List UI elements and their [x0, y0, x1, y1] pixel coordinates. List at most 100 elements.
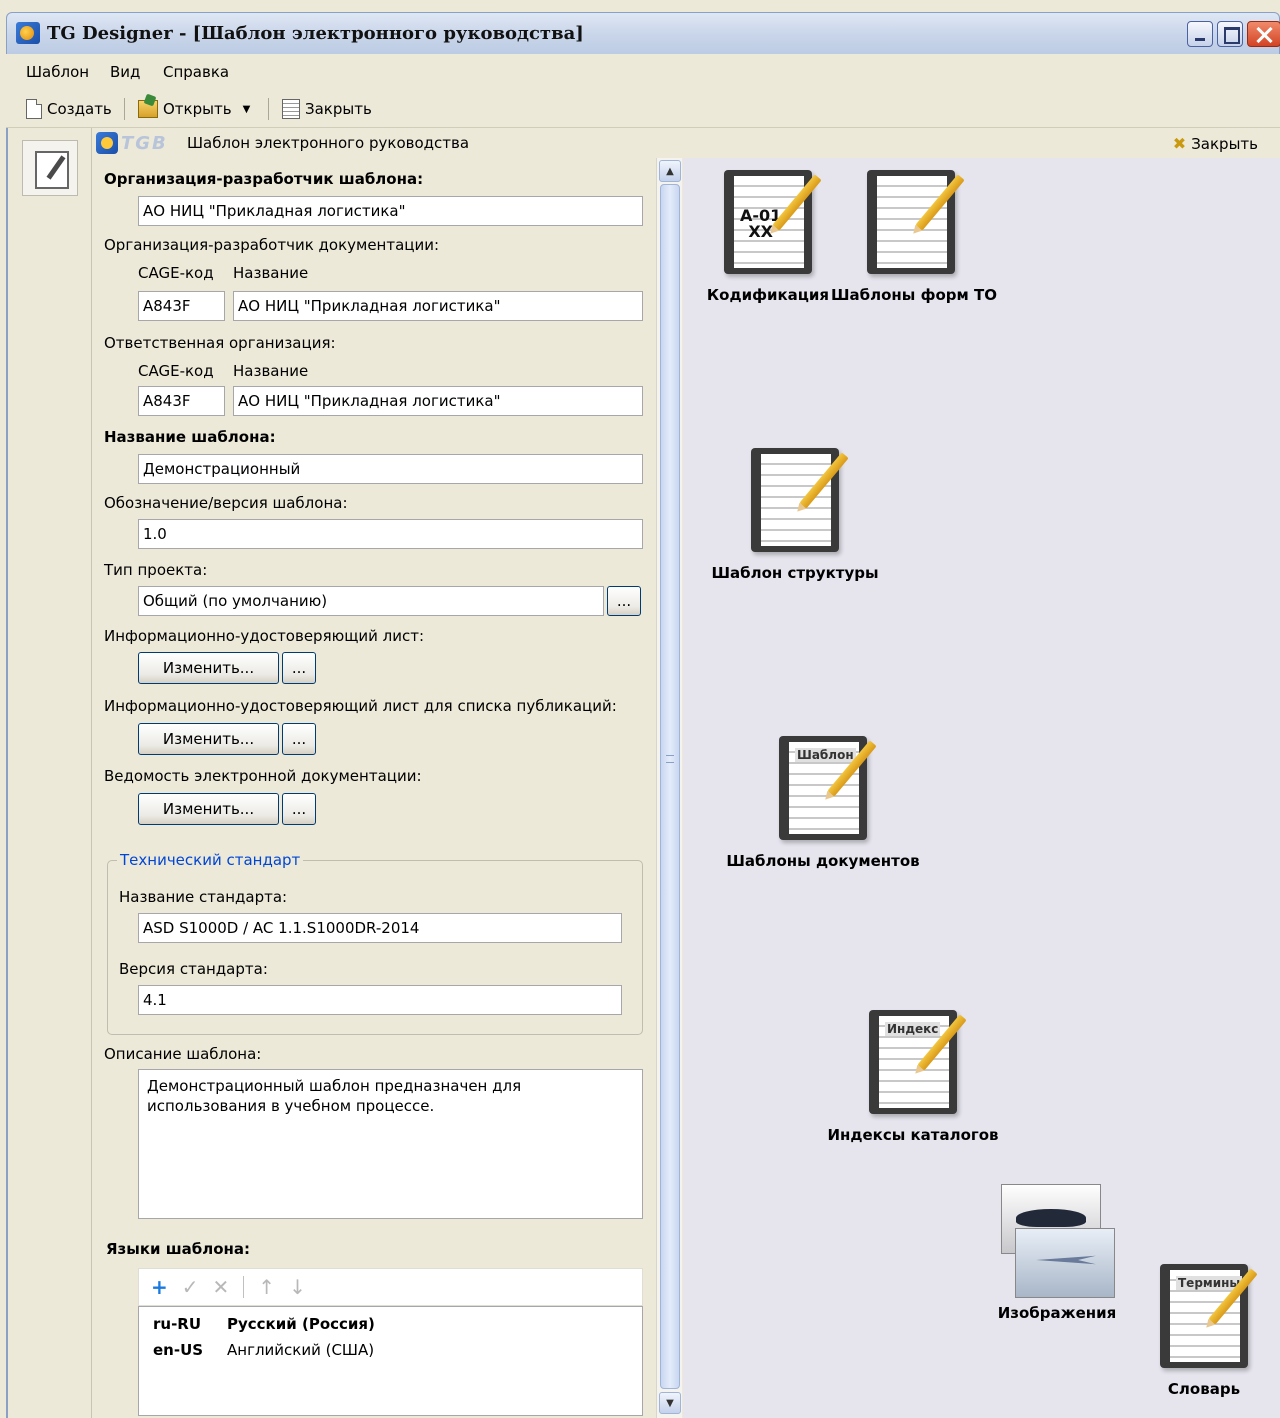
- document-close-button[interactable]: ✖ Закрыть: [1173, 134, 1258, 153]
- language-code: ru-RU: [153, 1315, 202, 1333]
- codification-icon: A-01 XX: [724, 170, 822, 274]
- structure-template-label: Шаблон структуры: [711, 564, 879, 582]
- page-graphic: [761, 454, 831, 546]
- resp-org-name-label: Название: [233, 362, 309, 380]
- new-document-icon: [26, 99, 42, 119]
- info-sheet-change-button[interactable]: Изменить...: [138, 652, 279, 684]
- org-doc-name-input[interactable]: АО НИЦ "Прикладная логистика": [233, 291, 643, 321]
- document-templates-tag: Шаблон: [795, 748, 856, 762]
- list-item[interactable]: ru-RU Русский (Россия): [153, 1315, 375, 1333]
- catalog-indexes-label: Индексы каталогов: [827, 1126, 999, 1144]
- languages-toolbar: + ✓ ✕ ↑ ↓: [138, 1268, 643, 1306]
- info-sheet-pub-change-button[interactable]: Изменить...: [138, 723, 279, 755]
- resp-org-name-input[interactable]: АО НИЦ "Прикладная логистика": [233, 386, 643, 416]
- org-template-input[interactable]: АО НИЦ "Прикладная логистика": [138, 196, 643, 226]
- standard-version-label: Версия стандарта:: [119, 960, 268, 978]
- minimize-button[interactable]: [1187, 21, 1213, 47]
- scroll-up-icon[interactable]: ▲: [659, 160, 681, 182]
- chevron-down-icon[interactable]: ▼: [243, 104, 251, 115]
- tgb-logo-icon: [96, 132, 118, 154]
- resp-org-label: Ответственная организация:: [104, 334, 336, 352]
- new-button[interactable]: Создать: [26, 97, 112, 121]
- edoc-list-label: Ведомость электронной документации:: [104, 767, 422, 785]
- org-doc-cage-input[interactable]: A843F: [138, 291, 225, 321]
- toolbar-separator: [268, 98, 269, 120]
- title-bar: TG Designer - [Шаблон электронного руков…: [6, 12, 1280, 54]
- structure-template-tile[interactable]: Шаблон структуры: [705, 448, 885, 582]
- move-up-icon[interactable]: ↑: [258, 1275, 275, 1299]
- dictionary-tag: Термины: [1176, 1276, 1243, 1290]
- scroll-down-icon[interactable]: ▼: [659, 1392, 681, 1414]
- apply-icon[interactable]: ✓: [182, 1275, 199, 1299]
- edit-template-icon[interactable]: [22, 140, 78, 196]
- form-templates-tile[interactable]: Шаблоны форм ТО: [831, 170, 997, 304]
- menu-bar: Шаблон Вид Справка: [6, 54, 1280, 90]
- delete-icon[interactable]: ✕: [213, 1275, 230, 1299]
- resp-org-cage-label: CAGE-код: [138, 362, 214, 380]
- description-textarea[interactable]: Демонстрационный шаблон предназначен для…: [138, 1069, 643, 1219]
- catalog-indexes-tile[interactable]: Индекс Индексы каталогов: [818, 1010, 1008, 1144]
- images-label: Изображения: [997, 1304, 1117, 1322]
- move-down-icon[interactable]: ↓: [289, 1275, 306, 1299]
- document-header: TGB Шаблон электронного руководства ✖ За…: [92, 128, 1280, 158]
- list-item[interactable]: en-US Английский (США): [153, 1341, 374, 1359]
- images-tile[interactable]: Изображения: [995, 1184, 1119, 1322]
- open-button[interactable]: Открыть ▼: [138, 97, 250, 121]
- codification-tile[interactable]: A-01 XX Кодификация: [703, 170, 833, 304]
- resp-org-cage-input[interactable]: A843F: [138, 386, 225, 416]
- menu-view[interactable]: Вид: [110, 63, 140, 81]
- project-type-input[interactable]: Общий (по умолчанию): [138, 586, 604, 616]
- standard-name-input[interactable]: ASD S1000D / AC 1.1.S1000DR-2014: [138, 913, 622, 943]
- dictionary-label: Словарь: [1167, 1380, 1241, 1398]
- template-name-label: Название шаблона:: [104, 428, 276, 446]
- project-type-label: Тип проекта:: [104, 561, 208, 579]
- info-sheet-label: Информационно-удостоверяющий лист:: [104, 627, 424, 645]
- scroll-thumb[interactable]: [660, 184, 680, 1389]
- close-icon: ✖: [1172, 134, 1187, 153]
- menu-help[interactable]: Справка: [163, 63, 229, 81]
- version-input[interactable]: 1.0: [138, 519, 643, 549]
- open-folder-icon: [138, 100, 158, 118]
- open-button-label: Открыть: [163, 100, 232, 118]
- template-components-area: A-01 XX Кодификация Шаблоны форм ТО Шабло…: [683, 158, 1280, 1418]
- version-label: Обозначение/версия шаблона:: [104, 494, 348, 512]
- codification-label: Кодификация: [706, 286, 830, 304]
- tgb-logo-text: TGB: [121, 132, 168, 154]
- page-graphic: [877, 176, 947, 268]
- form-templates-icon: [867, 170, 965, 274]
- structure-template-icon: [751, 448, 849, 552]
- aircraft-image-graphic: [1015, 1228, 1115, 1298]
- menu-template[interactable]: Шаблон: [26, 63, 89, 81]
- close-button-label: Закрыть: [305, 100, 372, 118]
- standard-version-input[interactable]: 4.1: [138, 985, 622, 1015]
- dictionary-tile[interactable]: Термины Словарь: [1149, 1264, 1259, 1398]
- tech-standard-title: Технический стандарт: [117, 851, 304, 869]
- add-language-icon[interactable]: +: [151, 1275, 168, 1299]
- standard-name-label: Название стандарта:: [119, 888, 288, 906]
- info-sheet-pub-label: Информационно-удостоверяющий лист для сп…: [104, 697, 617, 715]
- maximize-button[interactable]: [1217, 21, 1243, 47]
- template-name-input[interactable]: Демонстрационный: [138, 454, 643, 484]
- images-icon: [1001, 1184, 1119, 1300]
- language-name: Английский (США): [227, 1341, 375, 1359]
- org-doc-label: Организация-разработчик документации:: [104, 236, 440, 254]
- catalog-indexes-icon: Индекс: [869, 1010, 967, 1114]
- app-icon[interactable]: [16, 22, 40, 44]
- document-templates-icon: Шаблон: [779, 736, 877, 840]
- info-sheet-pub-browse-button[interactable]: ...: [282, 723, 316, 755]
- info-sheet-browse-button[interactable]: ...: [282, 652, 316, 684]
- edoc-list-change-button[interactable]: Изменить...: [138, 793, 279, 825]
- language-name: Русский (Россия): [227, 1315, 375, 1333]
- edoc-list-browse-button[interactable]: ...: [282, 793, 316, 825]
- project-type-browse-button[interactable]: ...: [607, 586, 641, 616]
- languages-list: ru-RU Русский (Россия) en-US Английский …: [138, 1306, 643, 1416]
- template-properties-form: Организация-разработчик шаблона: АО НИЦ …: [92, 158, 656, 1418]
- left-navigation-strip: [6, 128, 92, 1418]
- toolbar-separator: [243, 1276, 245, 1298]
- close-window-button[interactable]: [1247, 21, 1280, 47]
- form-scrollbar[interactable]: ▲ ▼: [656, 158, 682, 1418]
- close-button[interactable]: Закрыть: [282, 97, 372, 121]
- new-button-label: Создать: [47, 100, 112, 118]
- document-templates-tile[interactable]: Шаблон Шаблоны документов: [723, 736, 923, 870]
- tgb-logo: TGB: [96, 132, 178, 154]
